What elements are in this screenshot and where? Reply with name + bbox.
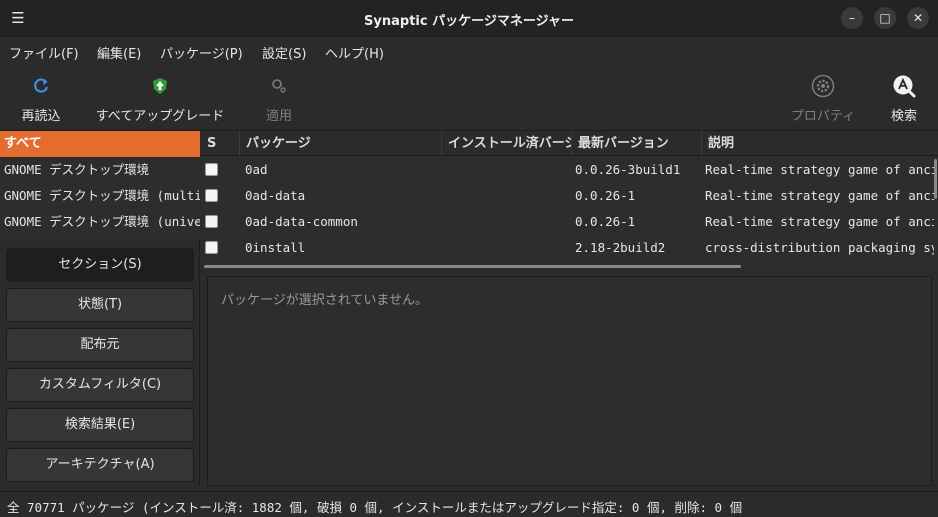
search-button[interactable]: 検索: [882, 73, 926, 125]
sidebar: すべて GNOME デスクトップ環境 GNOME デスクトップ環境 (multi…: [0, 131, 200, 486]
installed-version: [447, 157, 571, 183]
properties-icon: [786, 73, 860, 99]
install-checkbox[interactable]: [205, 163, 218, 176]
column-latest-version[interactable]: 最新バージョン: [571, 131, 701, 156]
menu-file[interactable]: ファイル(F): [9, 43, 79, 62]
package-name: 0ad: [245, 162, 268, 177]
table-row[interactable]: 0ad-data-common 0.0.26-1 Real-time strat…: [201, 209, 938, 235]
package-name: 0ad-data-common: [245, 214, 358, 229]
minimize-button[interactable]: –: [841, 7, 863, 29]
upgrade-all-label: すべてアップグレード: [95, 109, 225, 124]
search-icon: [882, 73, 926, 99]
filter-item-all[interactable]: すべて: [0, 131, 200, 157]
status-text: 全 70771 パッケージ (インストール済: 1882 個, 破損 0 個, …: [7, 500, 743, 515]
column-installed-version[interactable]: インストール済バージョン: [441, 131, 571, 156]
reload-icon: [14, 73, 68, 99]
install-checkbox[interactable]: [205, 189, 218, 202]
latest-version: 0.0.26-1: [575, 188, 636, 203]
installed-version: [447, 235, 571, 261]
upgrade-all-button[interactable]: すべてアップグレード: [92, 73, 228, 125]
menu-edit[interactable]: 編集(E): [97, 43, 141, 62]
package-name: 0install: [245, 240, 306, 255]
filter-item-gnome-multiverse[interactable]: GNOME デスクトップ環境 (multiverse): [0, 183, 200, 209]
menu-package[interactable]: パッケージ(P): [160, 43, 243, 62]
reload-label: 再読込: [21, 109, 61, 124]
title-bar: ☰ Synaptic パッケージマネージャー – □ ✕: [0, 0, 938, 37]
close-button[interactable]: ✕: [907, 7, 929, 29]
no-selection-message: パッケージが選択されていません。: [221, 293, 428, 308]
maximize-icon: □: [879, 11, 891, 25]
menu-bar: ファイル(F) 編集(E) パッケージ(P) 設定(S) ヘルプ(H): [0, 37, 938, 65]
install-checkbox[interactable]: [205, 241, 218, 254]
upgrade-icon: [92, 73, 228, 99]
package-description: Real-time strategy game of ancient warfa…: [705, 162, 934, 177]
filter-item-gnome-universe[interactable]: GNOME デスクトップ環境 (universe): [0, 209, 200, 235]
menu-settings[interactable]: 設定(S): [262, 43, 306, 62]
search-results-button[interactable]: 検索結果(E): [6, 408, 194, 442]
window-title: Synaptic パッケージマネージャー: [364, 14, 574, 29]
section-button[interactable]: セクション(S): [6, 248, 194, 282]
horizontal-scrollbar[interactable]: [204, 265, 741, 268]
apply-icon: [256, 73, 302, 99]
origin-button[interactable]: 配布元: [6, 328, 194, 362]
package-description: Real-time strategy game of ancient warfa…: [705, 214, 934, 229]
latest-version: 0.0.26-3build1: [575, 162, 681, 177]
installed-version: [447, 209, 571, 235]
close-icon: ✕: [912, 11, 924, 25]
column-package[interactable]: パッケージ: [239, 131, 441, 156]
package-list[interactable]: S パッケージ インストール済バージョン 最新バージョン 説明 0ad 0.0.…: [201, 131, 938, 270]
filter-item-gnome[interactable]: GNOME デスクトップ環境: [0, 157, 200, 183]
menu-help[interactable]: ヘルプ(H): [325, 43, 384, 62]
status-button[interactable]: 状態(T): [6, 288, 194, 322]
toolbar: 再読込 すべてアップグレード 適用 プロパティ 検索: [0, 65, 938, 131]
table-row[interactable]: 0install 2.18-2build2 cross-distribution…: [201, 235, 938, 261]
custom-filter-button[interactable]: カスタムフィルタ(C): [6, 368, 194, 402]
package-description: Real-time strategy game of ancient warfa…: [705, 188, 934, 203]
vertical-scrollbar[interactable]: [934, 159, 937, 199]
installed-version: [447, 183, 571, 209]
status-bar: 全 70771 パッケージ (インストール済: 1882 個, 破損 0 個, …: [0, 491, 938, 517]
table-header: S パッケージ インストール済バージョン 最新バージョン 説明: [201, 131, 938, 156]
table-row[interactable]: 0ad-data 0.0.26-1 Real-time strategy gam…: [201, 183, 938, 209]
latest-version: 2.18-2build2: [575, 240, 666, 255]
properties-label: プロパティ: [790, 109, 856, 124]
reload-button[interactable]: 再読込: [14, 73, 68, 125]
filter-list: すべて GNOME デスクトップ環境 GNOME デスクトップ環境 (multi…: [0, 131, 200, 239]
search-label: 検索: [890, 109, 917, 124]
minimize-icon: –: [849, 11, 855, 25]
architecture-button[interactable]: アーキテクチャ(A): [6, 448, 194, 482]
maximize-button[interactable]: □: [874, 7, 896, 29]
install-checkbox[interactable]: [205, 215, 218, 228]
package-name: 0ad-data: [245, 188, 306, 203]
column-description[interactable]: 説明: [701, 131, 938, 156]
apply-label: 適用: [265, 109, 292, 124]
properties-button[interactable]: プロパティ: [786, 73, 860, 125]
table-row[interactable]: 0ad 0.0.26-3build1 Real-time strategy ga…: [201, 157, 938, 183]
package-detail-pane: パッケージが選択されていません。: [207, 276, 932, 486]
latest-version: 0.0.26-1: [575, 214, 636, 229]
column-status[interactable]: S: [201, 131, 239, 156]
package-description: cross-distribution packaging system: [705, 240, 934, 255]
apply-button[interactable]: 適用: [256, 73, 302, 125]
